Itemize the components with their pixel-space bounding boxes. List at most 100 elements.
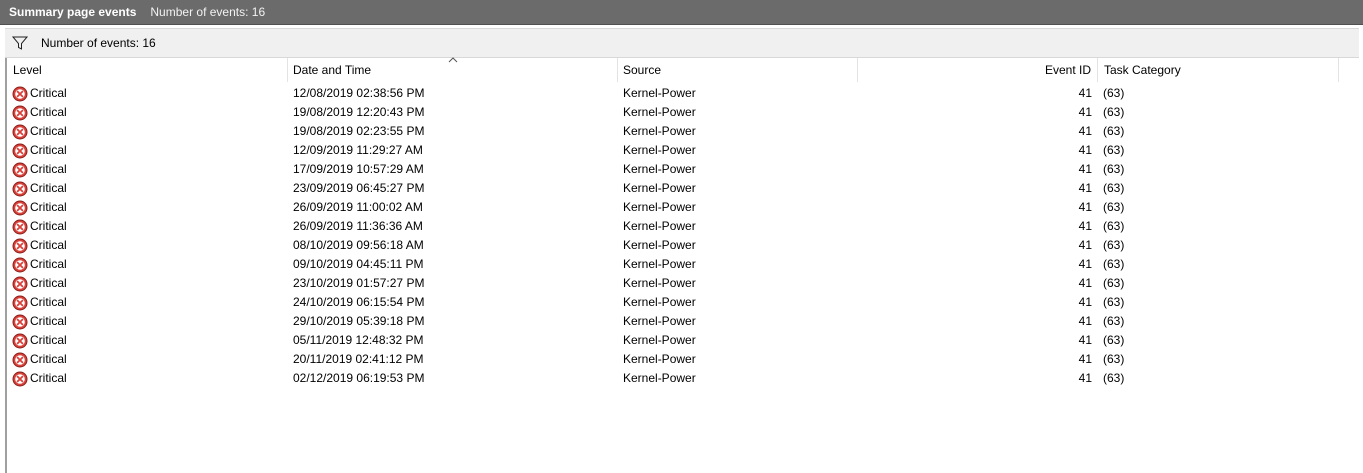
event-id-cell: 41	[1078, 352, 1092, 366]
date-time-cell: 12/08/2019 02:38:56 PM	[293, 86, 425, 100]
level-label: Critical	[30, 333, 67, 347]
event-id-cell: 41	[1078, 86, 1092, 100]
level-label: Critical	[30, 105, 67, 119]
sort-ascending-icon	[448, 57, 458, 63]
level-cell: Critical	[12, 141, 282, 160]
level-cell: Critical	[12, 350, 282, 369]
source-cell: Kernel-Power	[623, 371, 696, 385]
level-label: Critical	[30, 162, 67, 176]
task-category-cell: (63)	[1103, 181, 1125, 195]
event-row[interactable]: Critical 02/12/2019 06:19:53 PM Kernel-Pow…	[7, 369, 1360, 388]
event-row[interactable]: Critical 29/10/2019 05:39:18 PM Kernel-Pow…	[7, 312, 1360, 331]
level-label: Critical	[30, 257, 67, 271]
level-cell: Critical	[12, 312, 282, 331]
event-id-cell: 41	[1078, 295, 1092, 309]
event-row[interactable]: Critical 23/10/2019 01:57:27 PM Kernel-Pow…	[7, 274, 1360, 293]
event-row[interactable]: Critical 24/10/2019 06:15:54 PM Kernel-Pow…	[7, 293, 1360, 312]
event-id-cell: 41	[1078, 314, 1092, 328]
level-label: Critical	[30, 143, 67, 157]
task-category-cell: (63)	[1103, 124, 1125, 138]
critical-icon	[12, 219, 28, 234]
date-time-cell: 19/08/2019 12:20:43 PM	[293, 105, 425, 119]
level-cell: Critical	[12, 331, 282, 350]
source-cell: Kernel-Power	[623, 333, 696, 347]
task-category-cell: (63)	[1103, 295, 1125, 309]
task-category-cell: (63)	[1103, 219, 1125, 233]
task-category-cell: (63)	[1103, 162, 1125, 176]
critical-icon	[12, 257, 28, 272]
event-id-cell: 41	[1078, 105, 1092, 119]
source-cell: Kernel-Power	[623, 219, 696, 233]
critical-icon	[12, 124, 28, 139]
event-id-cell: 41	[1078, 143, 1092, 157]
level-label: Critical	[30, 124, 67, 138]
summary-title: Summary page events	[9, 5, 137, 19]
event-row[interactable]: Critical 20/11/2019 02:41:12 PM Kernel-Pow…	[7, 350, 1360, 369]
task-category-cell: (63)	[1103, 352, 1125, 366]
event-id-cell: 41	[1078, 276, 1092, 290]
date-time-cell: 20/11/2019 02:41:12 PM	[293, 352, 424, 366]
level-label: Critical	[30, 352, 67, 366]
filter-bar: Number of events: 16	[5, 28, 1359, 58]
column-header-task-category[interactable]: Task Category	[1098, 58, 1339, 82]
task-category-cell: (63)	[1103, 200, 1125, 214]
critical-icon	[12, 86, 28, 101]
column-header-level-label: Level	[13, 63, 42, 77]
critical-icon	[12, 333, 28, 348]
filter-icon[interactable]	[11, 35, 29, 51]
level-cell: Critical	[12, 198, 282, 217]
critical-icon	[12, 143, 28, 158]
column-header-event-id-label: Event ID	[1044, 63, 1091, 77]
date-time-cell: 23/10/2019 01:57:27 PM	[293, 276, 425, 290]
event-id-cell: 41	[1078, 181, 1092, 195]
source-cell: Kernel-Power	[623, 124, 696, 138]
date-time-cell: 26/09/2019 11:36:36 AM	[293, 219, 423, 233]
task-category-cell: (63)	[1103, 105, 1125, 119]
filter-event-count: Number of events: 16	[41, 36, 156, 50]
source-cell: Kernel-Power	[623, 86, 696, 100]
level-cell: Critical	[12, 274, 282, 293]
source-cell: Kernel-Power	[623, 314, 696, 328]
source-cell: Kernel-Power	[623, 238, 696, 252]
date-time-cell: 19/08/2019 02:23:55 PM	[293, 124, 425, 138]
task-category-cell: (63)	[1103, 333, 1125, 347]
task-category-cell: (63)	[1103, 257, 1125, 271]
column-header-date-and-time[interactable]: Date and Time	[288, 57, 618, 82]
summary-title-bar: Summary page events Number of events: 16	[0, 0, 1363, 25]
date-time-cell: 29/10/2019 05:39:18 PM	[293, 314, 425, 328]
column-header-source[interactable]: Source	[618, 58, 858, 82]
events-grid: Level Date and Time Source Event ID Task…	[5, 57, 1360, 473]
column-header-event-id[interactable]: Event ID	[858, 58, 1098, 82]
event-row[interactable]: Critical 08/10/2019 09:56:18 AM Kernel-Pow…	[7, 236, 1360, 255]
event-row[interactable]: Critical 05/11/2019 12:48:32 PM Kernel-Pow…	[7, 331, 1360, 350]
event-row[interactable]: Critical 12/08/2019 02:38:56 PM Kernel-Pow…	[7, 84, 1360, 103]
column-header-level[interactable]: Level	[7, 58, 288, 82]
event-row[interactable]: Critical 19/08/2019 02:23:55 PM Kernel-Pow…	[7, 122, 1360, 141]
date-time-cell: 23/09/2019 06:45:27 PM	[293, 181, 425, 195]
column-header-date-and-time-label: Date and Time	[293, 63, 372, 77]
event-id-cell: 41	[1078, 200, 1092, 214]
event-row[interactable]: Critical 12/09/2019 11:29:27 AM Kernel-Pow…	[7, 141, 1360, 160]
critical-icon	[12, 276, 28, 291]
critical-icon	[12, 162, 28, 177]
critical-icon	[12, 181, 28, 196]
event-row[interactable]: Critical 26/09/2019 11:36:36 AM Kernel-Pow…	[7, 217, 1360, 236]
critical-icon	[12, 238, 28, 253]
level-cell: Critical	[12, 122, 282, 141]
event-row[interactable]: Critical 09/10/2019 04:45:11 PM Kernel-Pow…	[7, 255, 1360, 274]
event-row[interactable]: Critical 26/09/2019 11:00:02 AM Kernel-Pow…	[7, 198, 1360, 217]
date-time-cell: 24/10/2019 06:15:54 PM	[293, 295, 425, 309]
source-cell: Kernel-Power	[623, 162, 696, 176]
critical-icon	[12, 371, 28, 386]
event-row[interactable]: Critical 23/09/2019 06:45:27 PM Kernel-Pow…	[7, 179, 1360, 198]
event-id-cell: 41	[1078, 124, 1092, 138]
event-row[interactable]: Critical 17/09/2019 10:57:29 AM Kernel-Pow…	[7, 160, 1360, 179]
level-cell: Critical	[12, 160, 282, 179]
level-label: Critical	[30, 314, 67, 328]
critical-icon	[12, 295, 28, 310]
task-category-cell: (63)	[1103, 86, 1125, 100]
date-time-cell: 08/10/2019 09:56:18 AM	[293, 238, 424, 252]
source-cell: Kernel-Power	[623, 181, 696, 195]
event-row[interactable]: Critical 19/08/2019 12:20:43 PM Kernel-Pow…	[7, 103, 1360, 122]
level-cell: Critical	[12, 369, 282, 388]
